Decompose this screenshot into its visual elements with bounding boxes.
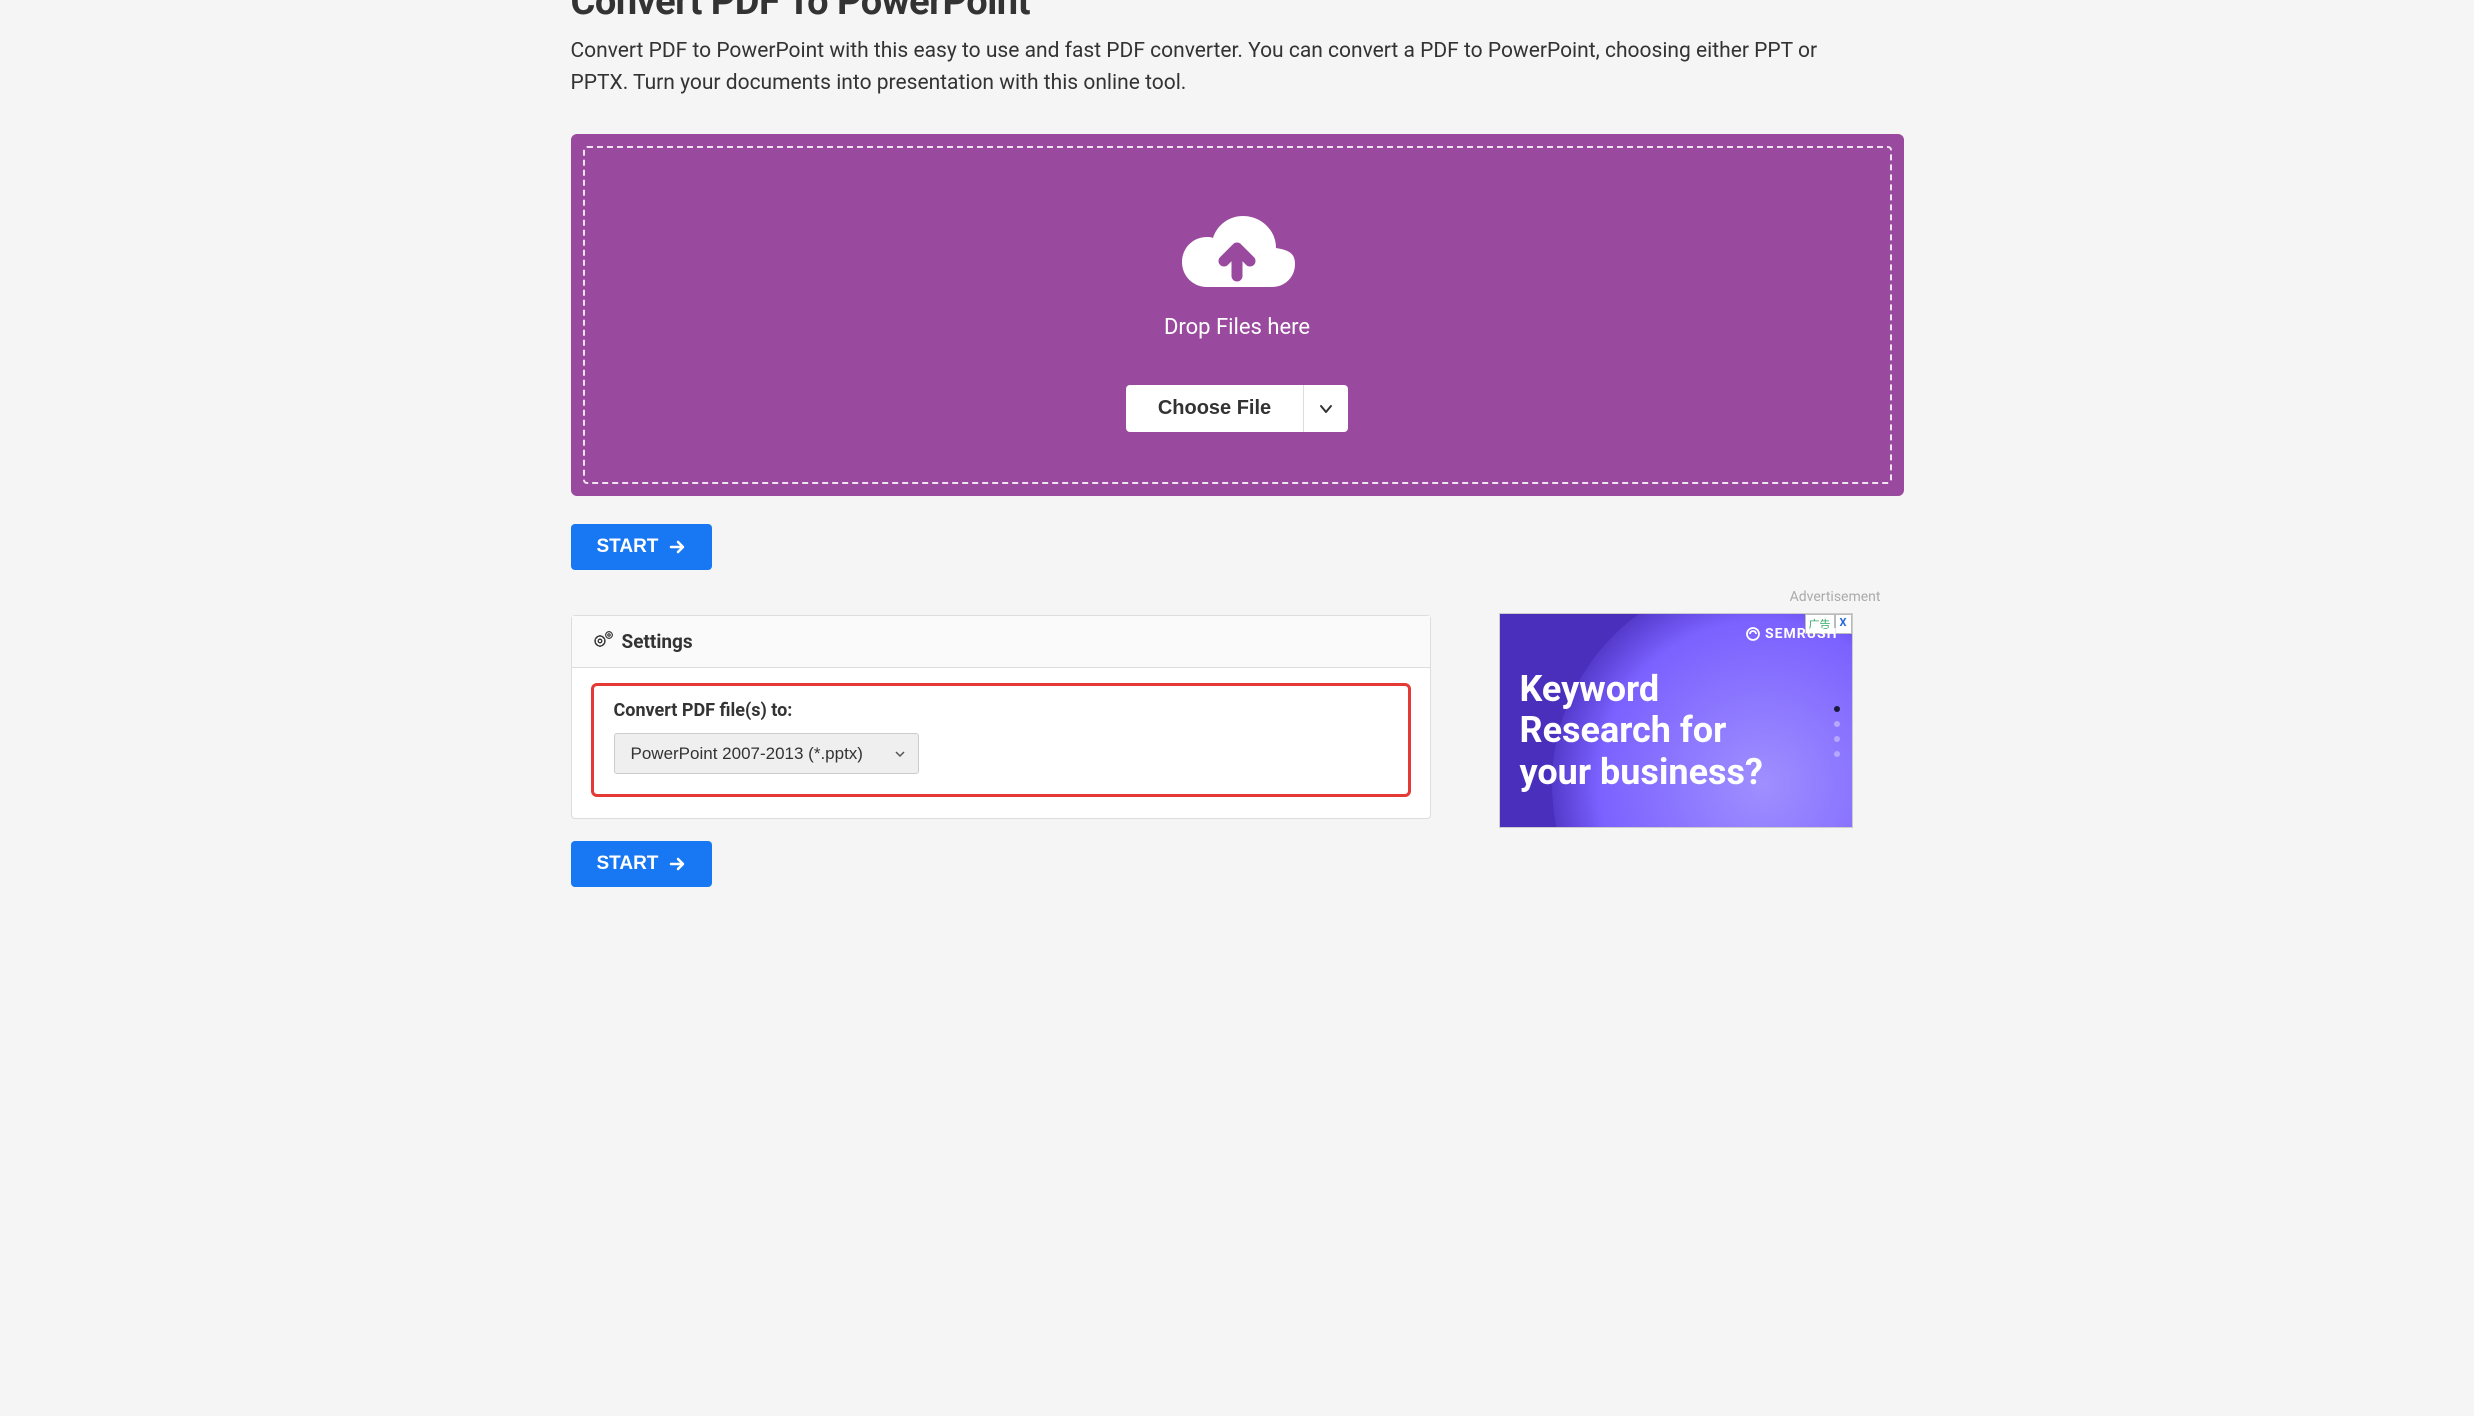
advertisement-banner[interactable]: 广告 X SEMRUSH Keyword Research for your b…: [1499, 613, 1853, 828]
carousel-dot: [1834, 706, 1840, 712]
advertisement-label: Advertisement: [1471, 589, 1881, 605]
choose-file-dropdown-button[interactable]: [1303, 385, 1348, 432]
chevron-down-icon: [1318, 401, 1334, 417]
cloud-upload-icon: [1172, 208, 1302, 303]
start-button-label: START: [597, 536, 659, 558]
carousel-dot: [1834, 736, 1840, 742]
semrush-logo-icon: [1745, 626, 1761, 642]
carousel-dot: [1834, 751, 1840, 757]
start-button-label: START: [597, 853, 659, 875]
file-dropzone[interactable]: Drop Files here Choose File: [571, 134, 1904, 496]
arrow-right-icon: [668, 855, 686, 873]
drop-files-text: Drop Files here: [1164, 315, 1310, 340]
start-button-bottom[interactable]: START: [571, 841, 713, 887]
ad-headline: Keyword Research for your business?: [1520, 669, 1763, 793]
choose-file-button[interactable]: Choose File: [1126, 385, 1303, 432]
page-title: Convert PDF To PowerPoint: [571, 0, 1904, 24]
settings-panel: Settings Convert PDF file(s) to: PowerPo…: [571, 615, 1431, 819]
ad-brand-logo: SEMRUSH: [1745, 626, 1837, 642]
convert-to-label: Convert PDF file(s) to:: [614, 700, 1388, 721]
start-button-top[interactable]: START: [571, 524, 713, 570]
gears-icon: [594, 630, 614, 653]
page-subtitle: Convert PDF to PowerPoint with this easy…: [571, 36, 1871, 99]
carousel-dot: [1834, 721, 1840, 727]
convert-format-highlight: Convert PDF file(s) to: PowerPoint 2007-…: [591, 683, 1411, 797]
arrow-right-icon: [668, 538, 686, 556]
ad-carousel-dots: [1834, 706, 1840, 757]
output-format-select[interactable]: PowerPoint 2007-2013 (*.pptx): [614, 733, 919, 774]
settings-header: Settings: [572, 616, 1430, 668]
settings-header-label: Settings: [622, 630, 693, 653]
